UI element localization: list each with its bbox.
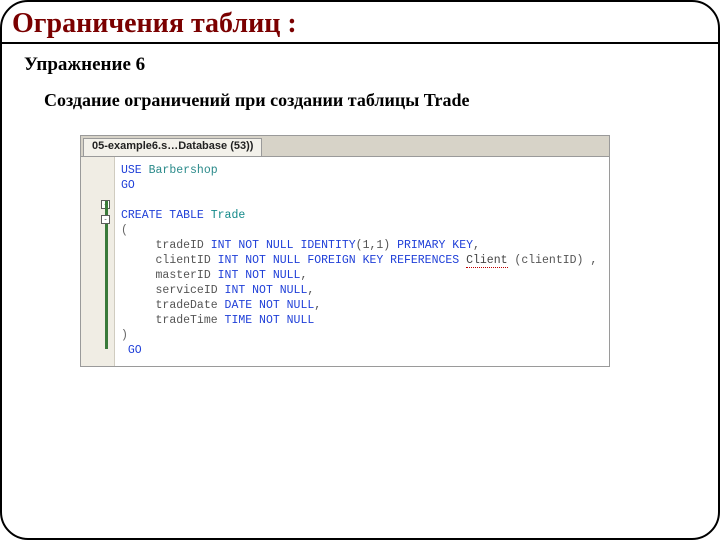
- kw-use: USE: [121, 164, 142, 177]
- col-tradeid: tradeID: [156, 239, 204, 252]
- id-trade: Trade: [211, 209, 246, 222]
- ref-client: Client: [466, 254, 507, 268]
- slide-frame: Ограничения таблиц : Упражнение 6 Создан…: [0, 0, 720, 540]
- comma: ,: [473, 239, 480, 252]
- editor-body: - - USE Barbershop GO CREATE TABLE Trade…: [81, 157, 609, 366]
- fold-box-icon[interactable]: -: [101, 215, 110, 224]
- comma: ,: [307, 284, 314, 297]
- col-clientid: clientID: [156, 254, 211, 267]
- args-identity: (1,1): [356, 239, 391, 252]
- kw-int: INT NOT NULL: [225, 284, 308, 297]
- col-tradedate: tradeDate: [156, 299, 218, 312]
- comma: ,: [590, 254, 597, 267]
- sql-code[interactable]: USE Barbershop GO CREATE TABLE Trade ( t…: [115, 157, 597, 366]
- col-serviceid: serviceID: [156, 284, 218, 297]
- kw-int-identity: INT NOT NULL IDENTITY: [211, 239, 356, 252]
- editor-tab[interactable]: 05-example6.s…Database (53)): [83, 138, 262, 156]
- id-db: Barbershop: [149, 164, 218, 177]
- comma: ,: [314, 299, 321, 312]
- kw-fk: INT NOT NULL FOREIGN KEY REFERENCES: [218, 254, 460, 267]
- kw-create-table: CREATE TABLE: [121, 209, 204, 222]
- comma: ,: [300, 269, 307, 282]
- exercise-subtitle: Упражнение 6: [2, 44, 718, 76]
- col-masterid: masterID: [156, 269, 211, 282]
- kw-go: GO: [128, 344, 142, 357]
- col-tradetime: tradeTime: [156, 314, 218, 327]
- paren-close: ): [121, 329, 128, 342]
- editor-gutter: - -: [81, 157, 115, 366]
- page-title: Ограничения таблиц :: [2, 2, 718, 44]
- exercise-description: Создание ограничений при создании таблиц…: [2, 76, 718, 111]
- sql-editor-window: 05-example6.s…Database (53)) - - USE Bar…: [80, 135, 610, 367]
- kw-int: INT NOT NULL: [218, 269, 301, 282]
- paren-open: (: [121, 224, 128, 237]
- kw-date: DATE NOT NULL: [225, 299, 315, 312]
- kw-go: GO: [121, 179, 135, 192]
- editor-tab-bar: 05-example6.s…Database (53)): [81, 136, 609, 157]
- args-client: (clientID): [514, 254, 583, 267]
- kw-time: TIME NOT NULL: [225, 314, 315, 327]
- kw-pk: PRIMARY KEY: [397, 239, 473, 252]
